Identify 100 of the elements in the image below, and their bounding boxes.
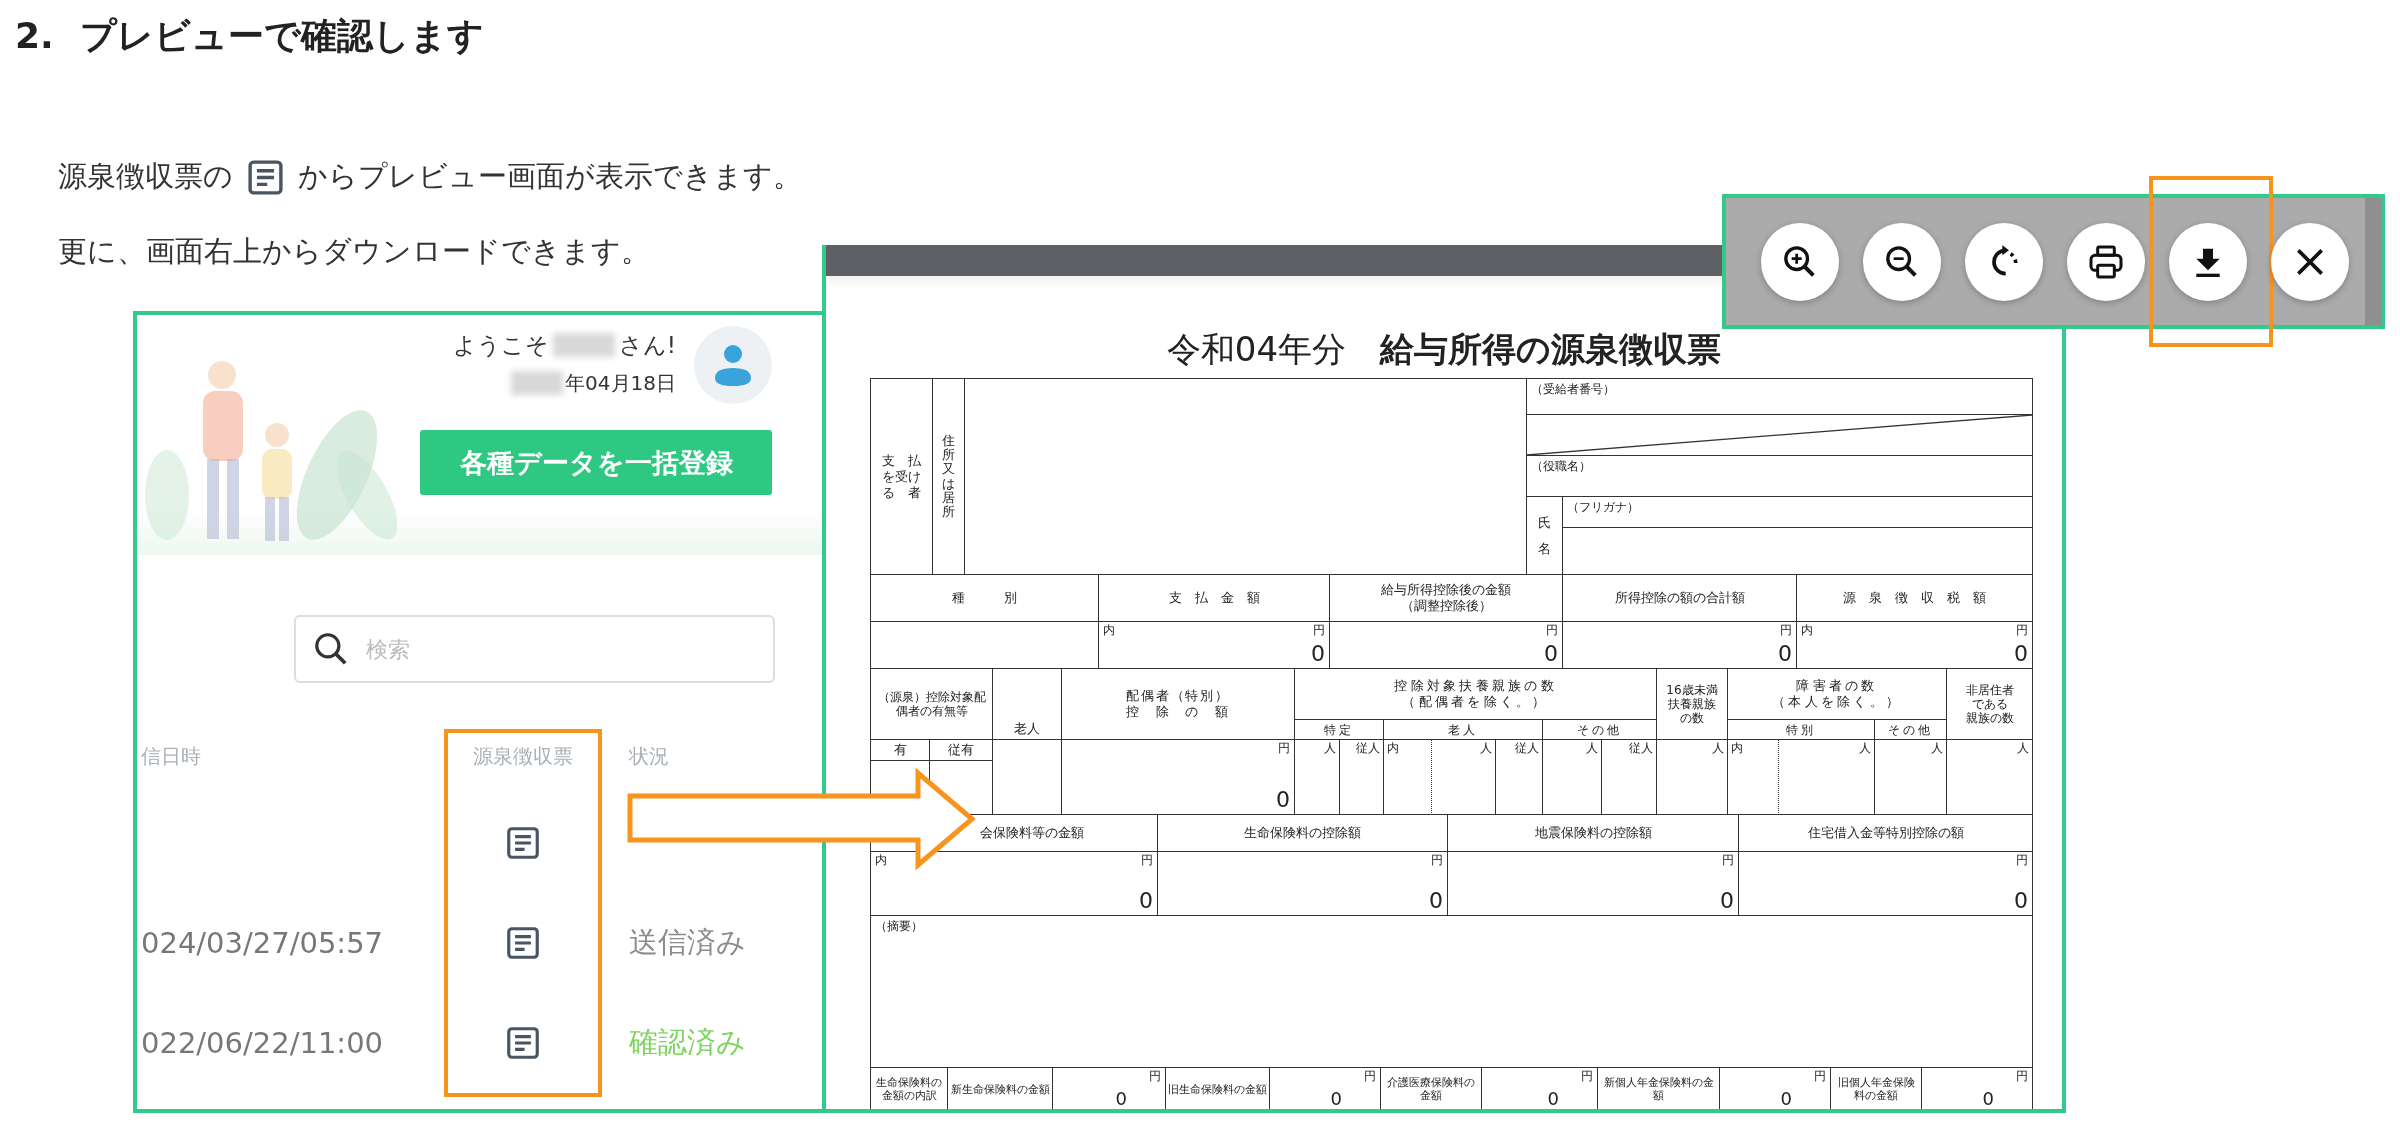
form-label: 老人 [1384, 720, 1543, 740]
form-label: を受け [882, 468, 921, 485]
unit-label: 内 [1728, 740, 1779, 815]
bulk-register-button[interactable]: 各種データを一括登録 [420, 430, 772, 495]
unit-label: 円 [2016, 1069, 2028, 1083]
amount-value: 0 [2014, 889, 2028, 913]
redaction-blur [552, 333, 615, 357]
avatar[interactable] [694, 326, 772, 404]
form-label: （本人を除く。） [1772, 694, 1902, 710]
redaction-blur [511, 371, 564, 395]
unit-label: 従人 [1340, 740, 1384, 815]
form-label: 障害者の数 [1796, 678, 1878, 694]
form-label: 新生命保険料の金額 [948, 1068, 1053, 1109]
amount-value: 0 [1276, 788, 1290, 812]
form-label: 控 除 の 額 [1125, 704, 1231, 720]
unit-label: 円 [1722, 853, 1734, 867]
form-label: 種 別 [952, 590, 1017, 606]
form-label: （受給者番号） [1527, 379, 2033, 415]
form-label: 親族の数 [1965, 711, 2014, 725]
amount-value: 0 [1544, 642, 1558, 666]
status-text: 確認済み [629, 1024, 746, 1061]
form-label: 源 泉 徴 収 税 額 [1843, 590, 1986, 606]
document-icon[interactable] [504, 924, 542, 962]
unit-label: 円 [1814, 1069, 1826, 1083]
unit-label: 人 [1543, 740, 1602, 815]
form-label: 扶養親族 [1668, 697, 1716, 711]
toolbar-button[interactable] [1863, 222, 1941, 301]
unit-label: 人 [1875, 740, 1947, 815]
amount-value: 0 [1330, 1089, 1342, 1108]
status-text: 送信済み [629, 924, 746, 961]
form-label: 16歳未満 [1666, 683, 1718, 697]
amount-value: 0 [1311, 642, 1325, 666]
form-label: 特定 [1295, 720, 1384, 740]
toolbar-button[interactable] [2271, 222, 2349, 301]
amount-value: 0 [1139, 889, 1153, 913]
form-label: 所得控除の額の合計額 [1614, 590, 1745, 606]
unit-label: 人 [1432, 740, 1496, 815]
unit-label: 人 [1295, 740, 1340, 815]
amount-value: 0 [1982, 1089, 1994, 1108]
unit-label: 円 [1278, 741, 1290, 755]
form-label: 地震保険料の控除額 [1448, 815, 1739, 852]
document-icon[interactable] [504, 1024, 542, 1062]
unit-label: 円 [1149, 1069, 1161, 1083]
form-label: 旧生命保険料の金額 [1166, 1068, 1270, 1109]
form-label: 支 払 金 額 [1168, 590, 1260, 606]
amount-value: 0 [1429, 889, 1443, 913]
inner-label: 内 [875, 853, 887, 867]
intro-text: からプレビュー画面が表示できます。 [298, 158, 802, 195]
amount-value: 0 [1780, 1089, 1792, 1108]
toolbar-button[interactable] [2169, 222, 2247, 301]
form-label: その他 [1875, 720, 1947, 740]
unit-label: 円 [2016, 623, 2028, 637]
unit-label: 人 [1947, 740, 2033, 815]
form-label: 住所又は居所 [933, 379, 965, 575]
greeting-text: さん! [618, 330, 676, 360]
form-label: 新個人年金保険料の金額 [1598, 1068, 1720, 1109]
unit-label: 円 [1581, 1069, 1593, 1083]
form-label: 氏名 [1527, 497, 1563, 575]
unit-label: 円 [1313, 623, 1325, 637]
unit-label: 円 [1431, 853, 1443, 867]
amount-value: 0 [1720, 889, 1734, 913]
greeting-text: ようこそ [452, 330, 549, 360]
unit-label: 従人 [1602, 740, 1657, 815]
unit-label: 円 [1780, 623, 1792, 637]
unit-label: 人 [1779, 740, 1875, 815]
column-header: 信日時 [141, 744, 201, 768]
form-label: 非居住者 [1965, 683, 2014, 697]
form-label: 旧個人年金保険料の金額 [1831, 1068, 1922, 1109]
form-label: その他 [1543, 720, 1657, 740]
sent-datetime: 024/03/27/05:57 [141, 926, 384, 960]
form-label: の数 [1680, 711, 1704, 725]
step-number: 2. [15, 14, 54, 58]
form-label: 介護医療保険料の金額 [1381, 1068, 1482, 1109]
form-label: 従有 [930, 740, 993, 761]
form-label: 控除対象扶養親族の数 [1394, 678, 1557, 694]
unit-label: 円 [2016, 853, 2028, 867]
form-label: る 者 [882, 484, 921, 501]
form-label: （源泉）控除対象配偶者の有無等 [871, 669, 993, 740]
form-label: である [1971, 697, 2008, 711]
amount-value: 0 [1547, 1089, 1559, 1108]
toolbar-button[interactable] [1965, 222, 2043, 301]
search-field[interactable]: 検索 [294, 615, 775, 683]
toolbar-button[interactable] [1761, 222, 1839, 301]
form-label: 有 [871, 740, 930, 761]
form-label: （フリガナ） [1563, 497, 2033, 528]
amount-value: 0 [2014, 642, 2028, 666]
form-label: 特別 [1728, 720, 1875, 740]
inner-label: 内 [1801, 623, 1813, 637]
column-header: 状況 [629, 744, 669, 768]
form-label: 配偶者（特別） [1125, 688, 1231, 704]
form-label: （調整控除後） [1400, 598, 1492, 614]
sent-datetime: 022/06/22/11:00 [141, 1026, 384, 1060]
form-title: 令和04年分 給与所得の源泉徴収票 [1165, 328, 1723, 371]
unit-label: 内 [1384, 740, 1432, 815]
form-label: （摘要） [871, 916, 2033, 1068]
unit-label: 円 [1546, 623, 1558, 637]
intro-text: 源泉徴収票の [58, 158, 233, 195]
form-label: 支 払 [882, 452, 921, 469]
toolbar-button[interactable] [2067, 222, 2145, 301]
document-icon[interactable] [504, 824, 542, 862]
